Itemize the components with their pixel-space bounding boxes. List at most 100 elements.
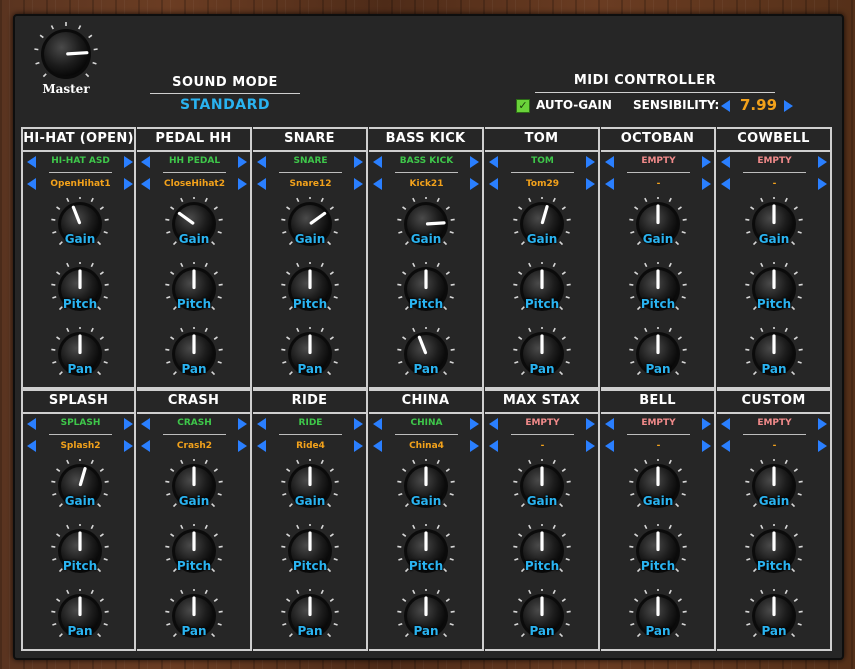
gain-knob[interactable]: Gain bbox=[46, 197, 114, 261]
pitch-knob-dial[interactable] bbox=[740, 262, 808, 326]
sample-select[interactable]: - bbox=[507, 441, 578, 451]
sample-select[interactable]: - bbox=[739, 441, 810, 451]
kit-select[interactable]: EMPTY bbox=[623, 156, 694, 166]
sample-next-icon[interactable] bbox=[354, 440, 363, 452]
sample-select[interactable]: Snare12 bbox=[275, 179, 346, 189]
pan-knob-dial[interactable] bbox=[276, 589, 344, 653]
pitch-knob[interactable]: Pitch bbox=[508, 524, 576, 588]
sample-prev-icon[interactable] bbox=[27, 440, 36, 452]
sample-prev-icon[interactable] bbox=[373, 440, 382, 452]
pitch-knob-dial[interactable] bbox=[46, 524, 114, 588]
sample-next-icon[interactable] bbox=[702, 178, 711, 190]
pitch-knob-dial[interactable] bbox=[46, 262, 114, 326]
gain-knob[interactable]: Gain bbox=[624, 197, 692, 261]
kit-prev-icon[interactable] bbox=[27, 156, 36, 168]
gain-knob-dial[interactable] bbox=[508, 459, 576, 523]
gain-knob[interactable]: Gain bbox=[508, 197, 576, 261]
sample-select[interactable]: Crash2 bbox=[159, 441, 230, 451]
gain-knob[interactable]: Gain bbox=[160, 197, 228, 261]
pan-knob-dial[interactable] bbox=[160, 327, 228, 391]
sample-select[interactable]: Tom29 bbox=[507, 179, 578, 189]
kit-select[interactable]: SPLASH bbox=[45, 418, 116, 428]
master-knob-dial[interactable] bbox=[26, 18, 106, 82]
pan-knob[interactable]: Pan bbox=[740, 589, 808, 653]
gain-knob-dial[interactable] bbox=[392, 459, 460, 523]
pan-knob[interactable]: Pan bbox=[508, 327, 576, 391]
kit-next-icon[interactable] bbox=[124, 418, 133, 430]
kit-prev-icon[interactable] bbox=[141, 418, 150, 430]
gain-knob[interactable]: Gain bbox=[276, 197, 344, 261]
sample-next-icon[interactable] bbox=[238, 440, 247, 452]
pan-knob[interactable]: Pan bbox=[276, 327, 344, 391]
kit-select[interactable]: EMPTY bbox=[739, 156, 810, 166]
pitch-knob[interactable]: Pitch bbox=[740, 524, 808, 588]
sample-next-icon[interactable] bbox=[586, 178, 595, 190]
sample-next-icon[interactable] bbox=[354, 178, 363, 190]
pan-knob-dial[interactable] bbox=[624, 589, 692, 653]
kit-next-icon[interactable] bbox=[470, 156, 479, 168]
kit-prev-icon[interactable] bbox=[257, 156, 266, 168]
kit-next-icon[interactable] bbox=[238, 156, 247, 168]
pan-knob[interactable]: Pan bbox=[276, 589, 344, 653]
sample-prev-icon[interactable] bbox=[141, 178, 150, 190]
kit-next-icon[interactable] bbox=[238, 418, 247, 430]
pitch-knob[interactable]: Pitch bbox=[740, 262, 808, 326]
pitch-knob[interactable]: Pitch bbox=[160, 262, 228, 326]
sample-prev-icon[interactable] bbox=[373, 178, 382, 190]
sample-next-icon[interactable] bbox=[586, 440, 595, 452]
pitch-knob[interactable]: Pitch bbox=[392, 262, 460, 326]
pitch-knob[interactable]: Pitch bbox=[276, 524, 344, 588]
kit-next-icon[interactable] bbox=[702, 156, 711, 168]
gain-knob[interactable]: Gain bbox=[160, 459, 228, 523]
sample-next-icon[interactable] bbox=[470, 178, 479, 190]
gain-knob-dial[interactable] bbox=[624, 197, 692, 261]
pitch-knob[interactable]: Pitch bbox=[46, 262, 114, 326]
pan-knob[interactable]: Pan bbox=[508, 589, 576, 653]
pan-knob-dial[interactable] bbox=[740, 589, 808, 653]
kit-select[interactable]: CRASH bbox=[159, 418, 230, 428]
kit-select[interactable]: CHINA bbox=[391, 418, 462, 428]
sample-prev-icon[interactable] bbox=[721, 178, 730, 190]
pitch-knob[interactable]: Pitch bbox=[624, 262, 692, 326]
kit-select[interactable]: HH PEDAL bbox=[159, 156, 230, 166]
master-knob[interactable]: Master bbox=[26, 18, 106, 98]
pitch-knob[interactable]: Pitch bbox=[276, 262, 344, 326]
pan-knob-dial[interactable] bbox=[392, 327, 460, 391]
pitch-knob[interactable]: Pitch bbox=[392, 524, 460, 588]
pitch-knob-dial[interactable] bbox=[160, 262, 228, 326]
kit-select[interactable]: BASS KICK bbox=[391, 156, 462, 166]
sound-mode-value[interactable]: STANDARD bbox=[150, 97, 300, 113]
kit-next-icon[interactable] bbox=[124, 156, 133, 168]
sample-select[interactable]: - bbox=[739, 179, 810, 189]
gain-knob[interactable]: Gain bbox=[46, 459, 114, 523]
gain-knob-dial[interactable] bbox=[740, 197, 808, 261]
kit-prev-icon[interactable] bbox=[489, 156, 498, 168]
pitch-knob-dial[interactable] bbox=[624, 262, 692, 326]
pan-knob-dial[interactable] bbox=[276, 327, 344, 391]
sample-prev-icon[interactable] bbox=[721, 440, 730, 452]
pitch-knob[interactable]: Pitch bbox=[46, 524, 114, 588]
gain-knob[interactable]: Gain bbox=[392, 459, 460, 523]
pitch-knob-dial[interactable] bbox=[392, 262, 460, 326]
gain-knob-dial[interactable] bbox=[46, 459, 114, 523]
kit-select[interactable]: EMPTY bbox=[739, 418, 810, 428]
kit-select[interactable]: EMPTY bbox=[507, 418, 578, 428]
sample-next-icon[interactable] bbox=[818, 440, 827, 452]
sample-next-icon[interactable] bbox=[818, 178, 827, 190]
kit-next-icon[interactable] bbox=[586, 156, 595, 168]
sample-select[interactable]: OpenHihat1 bbox=[45, 179, 116, 189]
kit-prev-icon[interactable] bbox=[721, 156, 730, 168]
kit-prev-icon[interactable] bbox=[489, 418, 498, 430]
pitch-knob-dial[interactable] bbox=[276, 262, 344, 326]
kit-prev-icon[interactable] bbox=[141, 156, 150, 168]
gain-knob-dial[interactable] bbox=[46, 197, 114, 261]
gain-knob[interactable]: Gain bbox=[276, 459, 344, 523]
pitch-knob-dial[interactable] bbox=[508, 524, 576, 588]
gain-knob-dial[interactable] bbox=[508, 197, 576, 261]
pan-knob[interactable]: Pan bbox=[160, 589, 228, 653]
kit-next-icon[interactable] bbox=[470, 418, 479, 430]
pan-knob[interactable]: Pan bbox=[160, 327, 228, 391]
kit-prev-icon[interactable] bbox=[27, 418, 36, 430]
pan-knob[interactable]: Pan bbox=[392, 589, 460, 653]
sample-next-icon[interactable] bbox=[470, 440, 479, 452]
